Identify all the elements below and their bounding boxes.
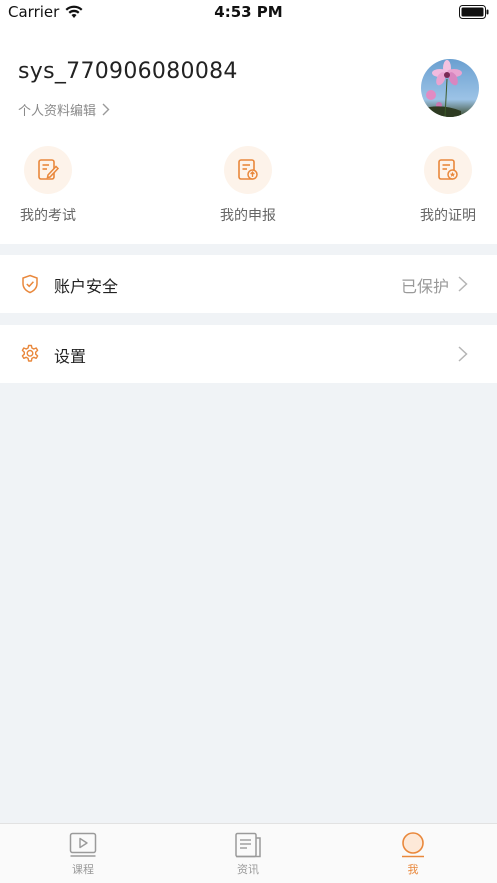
tab-label: 课程 bbox=[72, 863, 94, 876]
tab-courses[interactable]: 课程 bbox=[43, 832, 123, 882]
tab-label: 我 bbox=[407, 863, 419, 876]
avatar-image bbox=[421, 59, 479, 117]
shield-check-icon bbox=[22, 274, 38, 294]
menu-item-label: 账户安全 bbox=[54, 277, 119, 296]
menu-item-account-security[interactable]: 账户安全 已保护 bbox=[0, 255, 497, 313]
document-icon bbox=[235, 832, 261, 858]
chevron-right-icon bbox=[458, 276, 468, 292]
chevron-right-icon bbox=[102, 103, 110, 116]
gear-icon bbox=[21, 344, 39, 362]
profile-edit-label: 个人资料编辑 bbox=[18, 104, 97, 119]
quick-action-declare[interactable]: 我的申报 bbox=[203, 146, 293, 226]
tab-me[interactable]: 我 bbox=[373, 832, 453, 882]
profile-icon bbox=[402, 832, 424, 858]
certificate-icon-circle bbox=[424, 146, 472, 194]
security-status: 已保护 bbox=[400, 277, 449, 296]
declare-upload-icon bbox=[238, 159, 258, 180]
quick-action-label: 我的考试 bbox=[20, 208, 76, 224]
declare-icon-circle bbox=[224, 146, 272, 194]
exam-icon-circle bbox=[24, 146, 72, 194]
exam-edit-icon bbox=[38, 159, 60, 180]
profile-edit-link[interactable]: 个人资料编辑 bbox=[18, 100, 110, 119]
play-video-icon bbox=[69, 832, 97, 857]
tab-label: 资讯 bbox=[237, 863, 259, 876]
avatar[interactable] bbox=[421, 59, 479, 117]
quick-action-label: 我的申报 bbox=[220, 208, 276, 224]
battery-icon bbox=[459, 5, 489, 19]
menu-item-settings[interactable]: 设置 bbox=[0, 325, 497, 383]
profile-header: sys_770906080084 个人资料编辑 我的考试 我的申报 我的证明 bbox=[0, 26, 497, 244]
quick-action-certificate[interactable]: 我的证明 bbox=[403, 146, 493, 226]
certificate-icon bbox=[438, 159, 458, 180]
menu-item-label: 设置 bbox=[54, 347, 87, 366]
quick-action-label: 我的证明 bbox=[420, 208, 476, 224]
status-bar: Carrier 4:53 PM bbox=[0, 0, 497, 26]
chevron-right-icon bbox=[458, 346, 468, 362]
status-time: 4:53 PM bbox=[214, 3, 283, 21]
tab-bar: 课程 资讯 我 bbox=[0, 823, 497, 883]
username: sys_770906080084 bbox=[18, 59, 238, 84]
quick-action-exam[interactable]: 我的考试 bbox=[3, 146, 93, 226]
tab-news[interactable]: 资讯 bbox=[208, 832, 288, 882]
